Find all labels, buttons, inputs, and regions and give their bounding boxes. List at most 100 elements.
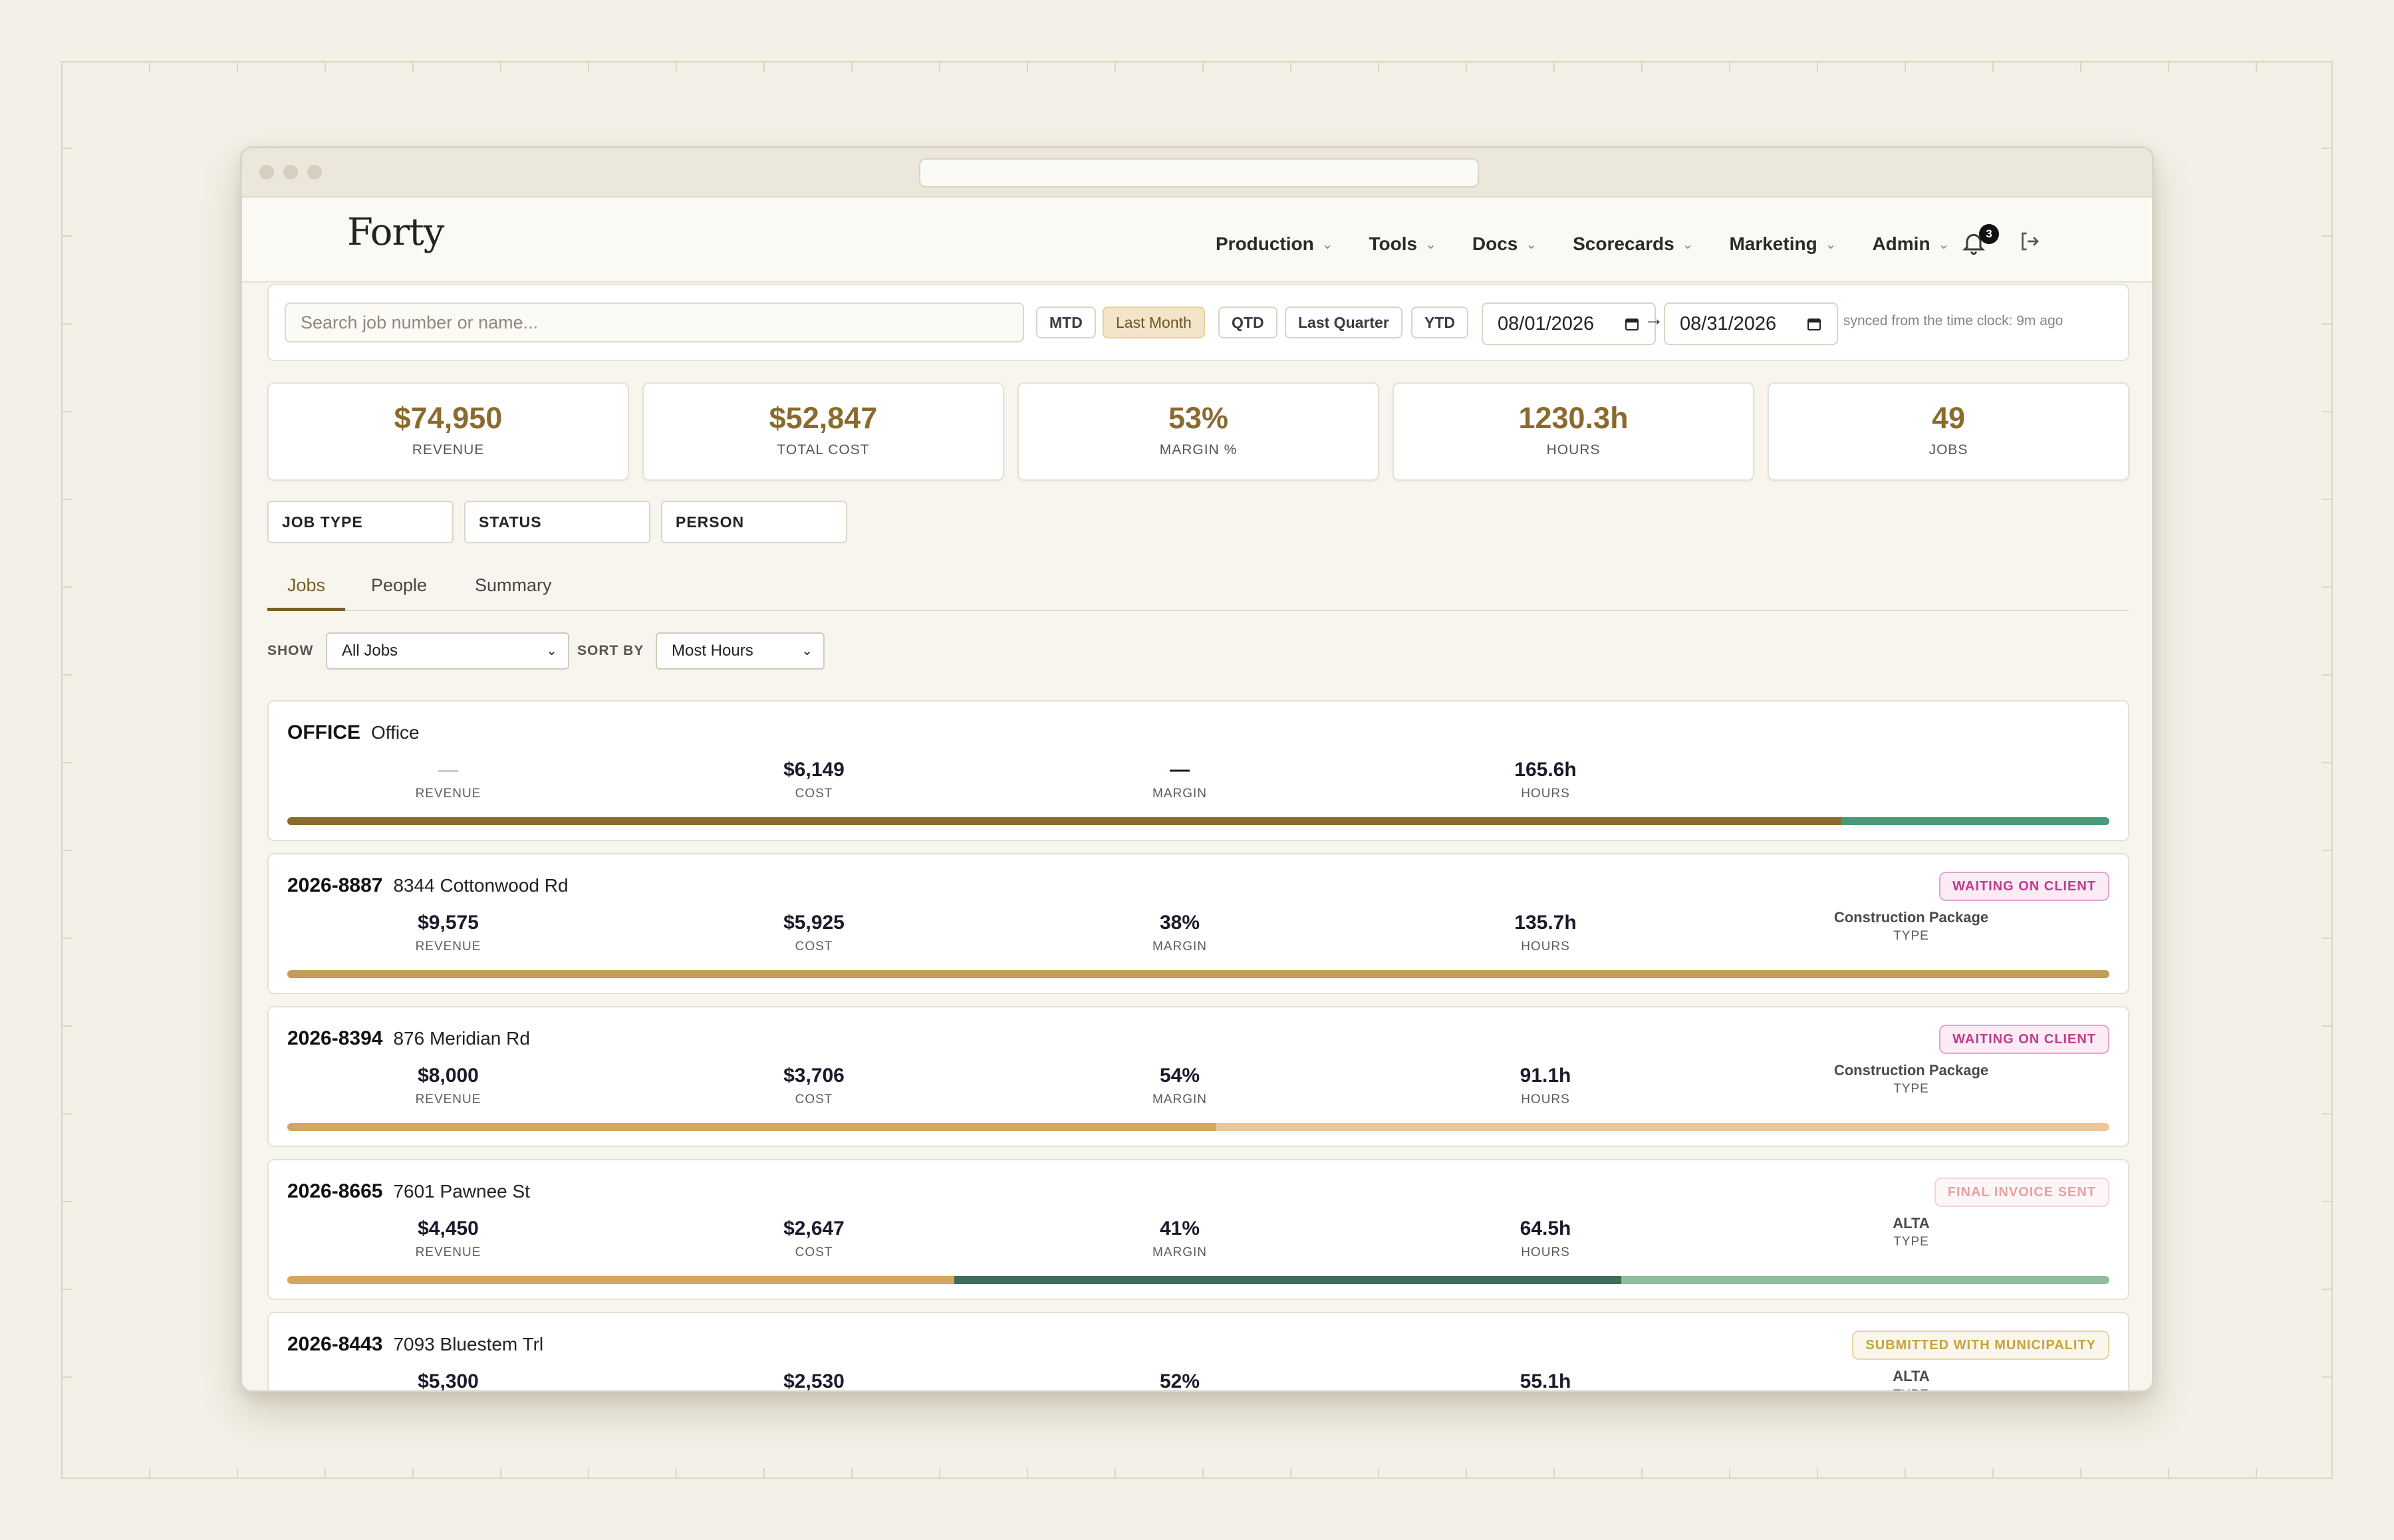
metric-label: COST (795, 1092, 833, 1106)
job-metric-cost: $2,530COST (714, 1370, 914, 1392)
status-badge: FINAL INVOICE SENT (1934, 1178, 2109, 1207)
metric-value: 52% (1159, 1370, 1200, 1392)
metric-label: COST (795, 787, 833, 801)
range-last-quarter-button[interactable]: Last Quarter (1285, 307, 1402, 338)
range-last-month-button[interactable]: Last Month (1103, 307, 1205, 338)
logout-button[interactable] (2018, 229, 2042, 253)
frame-tick (2322, 1113, 2333, 1114)
frame-tick (1992, 1468, 1994, 1479)
frame-tick (2322, 1201, 2333, 1202)
job-name: 8344 Cottonwood Rd (393, 875, 569, 896)
job-number[interactable]: 2026-8887 (287, 874, 382, 897)
frame-tick (1027, 1468, 1028, 1479)
app-logo[interactable]: Forty (347, 211, 444, 254)
tab-summary[interactable]: Summary (475, 570, 552, 611)
frame-tick (2256, 1468, 2257, 1479)
metric-value: $3,706 (783, 1065, 845, 1087)
frame-tick (61, 938, 72, 939)
calendar-icon[interactable] (1806, 316, 1822, 332)
job-metric-type: Construction Package TYPE (1811, 1062, 2011, 1096)
job-number[interactable]: 2026-8394 (287, 1027, 382, 1050)
frame-tick (500, 61, 501, 72)
filter-person[interactable]: PERSON (661, 501, 847, 543)
calendar-icon[interactable] (1624, 316, 1640, 332)
show-select[interactable]: All Jobs ⌄ (326, 632, 569, 670)
job-metric-revenue: $8,000 REVENUE (348, 1065, 548, 1107)
metric-value: $2,647 (783, 1218, 845, 1239)
kpi-total-cost: $52,847 TOTAL COST (642, 382, 1004, 481)
url-bar[interactable] (919, 158, 1479, 188)
frame-tick (763, 61, 765, 72)
frame-tick (500, 1468, 501, 1479)
range-qtd-button[interactable]: QTD (1218, 307, 1277, 338)
frame-tick (1466, 61, 1467, 72)
frame-tick (1641, 61, 1643, 72)
nav-marketing[interactable]: Marketing ⌄ (1729, 233, 1836, 255)
frame-tick (149, 1468, 150, 1479)
job-metric-hours: 64.5h HOURS (1446, 1218, 1645, 1260)
job-metric-hours: 165.6h HOURS (1446, 759, 1645, 801)
frame-tick (1817, 61, 1818, 72)
nav-docs[interactable]: Docs ⌄ (1472, 233, 1537, 255)
frame-tick (1027, 61, 1028, 72)
job-metric-revenue: $4,450 REVENUE (348, 1218, 548, 1260)
frame-tick (1992, 61, 1994, 72)
job-metric-cost: $6,149 COST (714, 759, 914, 801)
job-progress-bar (287, 1276, 2109, 1284)
frame-tick (1905, 1468, 1906, 1479)
metric-value: $4,450 (418, 1218, 479, 1239)
notification-count-badge: 3 (1979, 224, 1999, 244)
chevron-down-icon: ⌄ (1425, 237, 1436, 252)
job-metric-hours: 55.1hHOURS (1446, 1370, 1645, 1390)
job-card[interactable]: OFFICE Office — REVENUE $6,149 COST — MARGIN 165… (267, 700, 2129, 841)
frame-tick (61, 411, 72, 412)
nav-scorecards[interactable]: Scorecards ⌄ (1573, 233, 1693, 255)
job-card[interactable]: 2026-8887 8344 Cottonwood Rd $9,575 REVENUE… (267, 853, 2129, 994)
nav-tools[interactable]: Tools ⌄ (1369, 233, 1436, 255)
sort-select[interactable]: Most Hours ⌄ (656, 632, 825, 670)
metric-label: TYPE (1893, 929, 1929, 943)
frame-tick (2322, 938, 2333, 939)
job-metric-cost: $2,647 COST (714, 1218, 914, 1260)
kpi-jobs: 49 JOBS (1768, 382, 2129, 481)
frame-tick (1115, 1468, 1116, 1479)
kpi-revenue: $74,950 REVENUE (267, 382, 629, 481)
frame-tick (237, 1468, 238, 1479)
progress-segment (1841, 817, 2109, 825)
metric-value: 54% (1159, 1065, 1200, 1087)
filter-status[interactable]: STATUS (464, 501, 650, 543)
metric-value: $2,530 (783, 1370, 845, 1392)
app-header: Forty Production ⌄ Tools ⌄ Docs ⌄ Scorecard… (242, 197, 2152, 283)
range-mtd-button[interactable]: MTD (1036, 307, 1096, 338)
metric-value: — (1170, 759, 1190, 781)
frame-tick (61, 1289, 72, 1290)
tab-people[interactable]: People (371, 570, 427, 611)
tab-jobs[interactable]: Jobs (267, 570, 346, 611)
frame-tick (412, 1468, 414, 1479)
date-to-input[interactable]: 08/31/2026 (1664, 303, 1838, 345)
job-metric-margin: 41% MARGIN (1080, 1218, 1279, 1260)
notifications-button[interactable]: 3 (1960, 224, 1999, 257)
frame-tick (1202, 1468, 1204, 1479)
job-number[interactable]: 2026-8665 (287, 1180, 382, 1203)
filter-job-type[interactable]: JOB TYPE (267, 501, 454, 543)
metric-label: TYPE (1811, 1388, 2011, 1390)
metric-label: HOURS (1521, 1092, 1570, 1106)
frame-tick (763, 1468, 765, 1479)
frame-tick (676, 61, 677, 72)
job-number[interactable]: OFFICE (287, 721, 360, 744)
job-number[interactable]: 2026-8443 (287, 1333, 382, 1356)
date-from-input[interactable]: 08/01/2026 (1482, 303, 1656, 345)
job-card[interactable]: 2026-84437093 Bluestem Trl$5,300REVENUE$… (267, 1312, 2129, 1392)
range-ytd-button[interactable]: YTD (1411, 307, 1468, 338)
nav-admin[interactable]: Admin ⌄ (1872, 233, 1949, 255)
frame-tick (1905, 61, 1906, 72)
show-label: SHOW (267, 643, 314, 658)
frame-tick (588, 1468, 589, 1479)
nav-production[interactable]: Production ⌄ (1216, 233, 1333, 255)
job-card[interactable]: 2026-8394 876 Meridian Rd $8,000 REVENUE $3,… (267, 1006, 2129, 1147)
job-name: 7601 Pawnee St (393, 1181, 530, 1202)
job-card[interactable]: 2026-8665 7601 Pawnee St $4,450 REVENUE $2,6… (267, 1159, 2129, 1300)
job-search-input[interactable] (285, 303, 1024, 342)
metric-label: TYPE (1893, 1235, 1929, 1249)
